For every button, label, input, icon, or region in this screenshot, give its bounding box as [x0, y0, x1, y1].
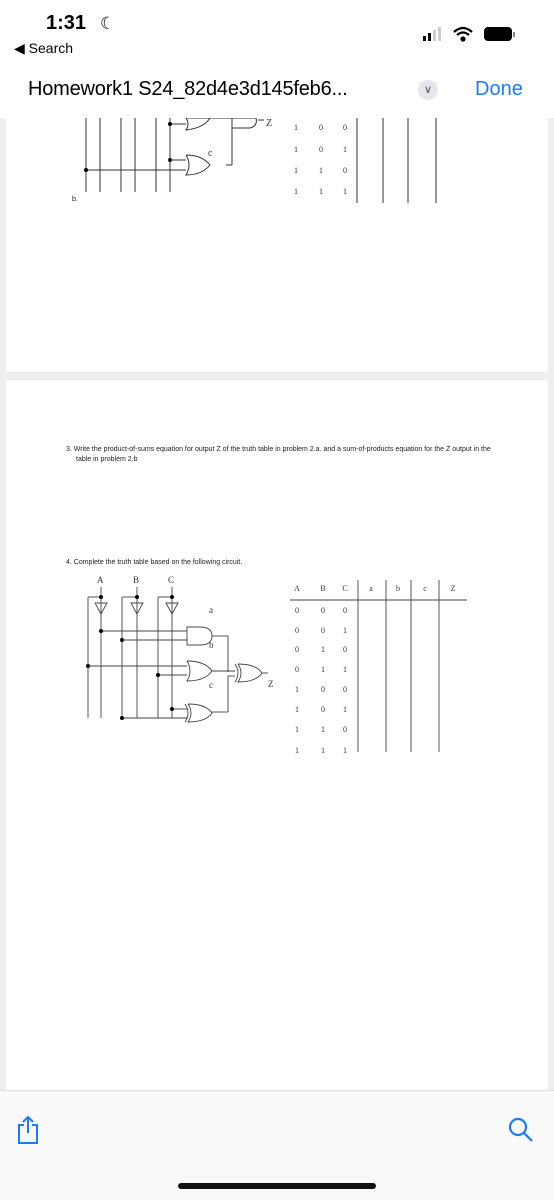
- part-label-b: b.: [72, 196, 78, 203]
- table-cell: 0: [295, 606, 299, 615]
- table-cell: 1: [295, 685, 299, 694]
- done-button[interactable]: Done: [475, 78, 523, 101]
- table-cell: 1: [294, 145, 298, 154]
- table-cell: 0: [319, 145, 323, 154]
- gate-label-c: c: [209, 680, 213, 690]
- table-cell: 1: [294, 123, 298, 132]
- table-header: C: [342, 584, 347, 593]
- document-title: Homework1 S24_82d4e3d145feb6...: [28, 78, 348, 100]
- status-time: 1:31: [46, 12, 87, 34]
- table-cell: 1: [295, 705, 299, 714]
- wifi-icon: [453, 26, 473, 42]
- table-cell: 0: [343, 685, 347, 694]
- home-indicator: [178, 1183, 376, 1189]
- chevron-down-icon[interactable]: ∨: [418, 80, 438, 100]
- back-label: Search: [28, 40, 74, 56]
- table-cell: 1: [321, 746, 325, 755]
- table-cell: 1: [343, 665, 347, 674]
- table-cell: 1: [343, 626, 347, 635]
- input-label-c: C: [168, 575, 174, 585]
- circuit-diagram: A B C a b c Z ABCabcZ 0 0 00 0 10 1 00 1 11 0 01 0 1: [86, 575, 467, 755]
- search-icon[interactable]: [508, 1117, 534, 1143]
- page-2: 3. Write the product-of-sums equation fo…: [6, 380, 548, 1090]
- table-header: b: [396, 584, 400, 593]
- table-cell: 0: [343, 123, 347, 132]
- table-cell: 1: [294, 166, 298, 175]
- table-cell: 1: [319, 166, 323, 175]
- battery-icon: [484, 27, 515, 41]
- table-cell: 1: [343, 187, 347, 196]
- input-label-b: B: [133, 575, 139, 585]
- table-cell: 0: [321, 705, 325, 714]
- circuit-diagram-top: Z c 1 0 0 1 0 1 1 1 0 1 1 1: [84, 118, 437, 203]
- table-cell: 0: [321, 685, 325, 694]
- document-viewer[interactable]: Z c 1 0 0 1 0 1 1 1 0 1 1 1 b. 3. Write the product…: [0, 118, 554, 1090]
- gate-label-c: c: [208, 148, 213, 159]
- back-to-search[interactable]: ◀ Search: [14, 40, 73, 57]
- table-cell: 0: [321, 606, 325, 615]
- table-cell: 1: [321, 665, 325, 674]
- table-cell: 0: [295, 645, 299, 654]
- gate-label-a: a: [209, 605, 213, 615]
- table-cell: 0: [343, 166, 347, 175]
- table-header: A: [294, 584, 300, 593]
- table-cell: 1: [294, 187, 298, 196]
- table-cell: 1: [343, 145, 347, 154]
- question-3: 3. Write the product-of-sums equation fo…: [66, 446, 491, 463]
- gate-label-z: Z: [268, 679, 274, 689]
- table-cell: 1: [295, 746, 299, 755]
- table-cell: 0: [343, 725, 347, 734]
- table-cell: 1: [319, 187, 323, 196]
- table-cell: 1: [321, 725, 325, 734]
- table-header: Z: [451, 584, 456, 593]
- signal-icon: [423, 27, 441, 41]
- moon-icon: ☾: [100, 14, 116, 33]
- table-header: B: [320, 584, 325, 593]
- table-cell: 0: [321, 626, 325, 635]
- share-icon[interactable]: [16, 1115, 40, 1145]
- gate-label-z: Z: [266, 118, 272, 129]
- table-header: c: [423, 584, 427, 593]
- page-1: Z c 1 0 0 1 0 1 1 1 0 1 1 1 b.: [6, 118, 548, 372]
- table-header: a: [369, 584, 373, 593]
- table-cell: 0: [343, 645, 347, 654]
- table-cell: 1: [321, 645, 325, 654]
- table-cell: 1: [343, 705, 347, 714]
- table-cell: 0: [295, 626, 299, 635]
- table-cell: 0: [343, 606, 347, 615]
- table-cell: 0: [295, 665, 299, 674]
- table-cell: 0: [319, 123, 323, 132]
- status-icons: [423, 26, 515, 42]
- table-cell: 1: [343, 746, 347, 755]
- input-label-a: A: [97, 575, 104, 585]
- table-cell: 1: [295, 725, 299, 734]
